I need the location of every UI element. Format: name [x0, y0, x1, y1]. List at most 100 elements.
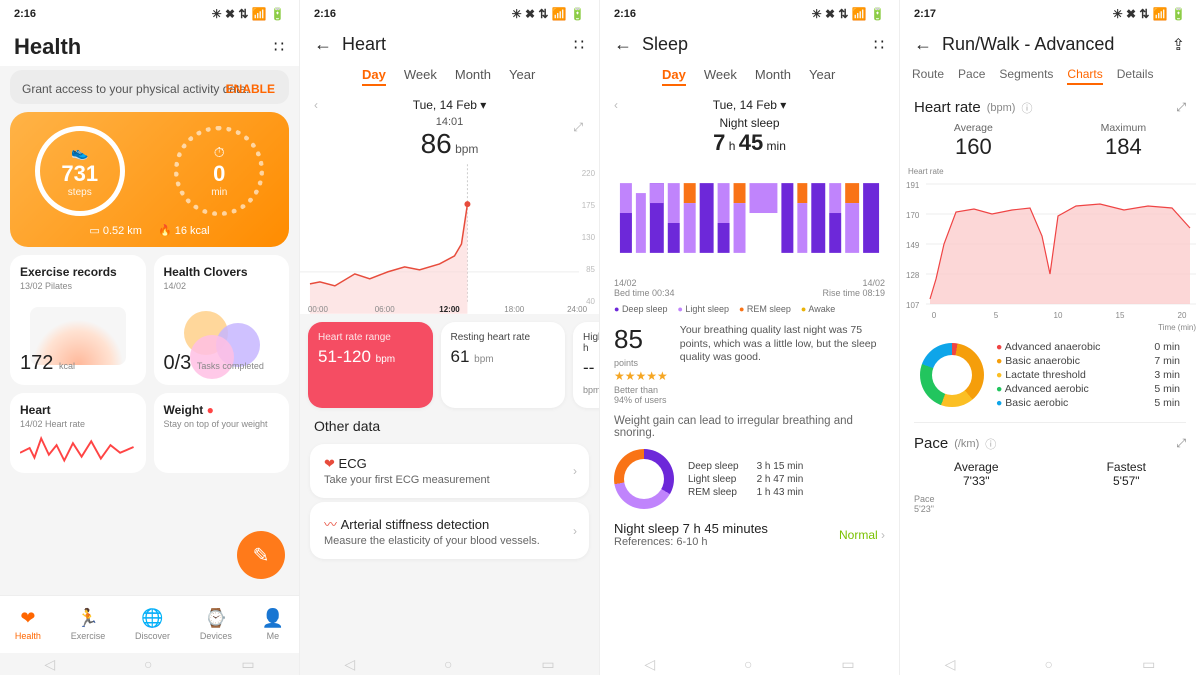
chevron-right-icon: ›: [881, 528, 885, 542]
svg-text:24:00: 24:00: [567, 305, 588, 314]
run-icon: 🏃: [77, 608, 99, 629]
activity-card[interactable]: 👟 731steps ⏱ 0min ▭ 0.52 km 🔥 16 kcal: [10, 112, 289, 247]
other-data-header: Other data: [300, 408, 599, 440]
sleep-score: 85: [614, 324, 643, 354]
hr-zone-legend: Advanced anaerobic0 min Basic anaerobic7…: [996, 340, 1180, 410]
tab-discover[interactable]: 🌐Discover: [135, 608, 170, 641]
run-hr-chart[interactable]: Heart rate 191170 149128 107 05 1015 20 …: [900, 164, 1200, 334]
expand-icon[interactable]: ⤢: [573, 120, 583, 135]
back-icon[interactable]: ←: [914, 34, 932, 55]
back-icon[interactable]: ←: [614, 34, 632, 55]
more-icon[interactable]: ∷: [874, 35, 885, 55]
high-hr-card[interactable]: High h -- bpm: [573, 322, 600, 408]
expand-icon[interactable]: ⤢: [1176, 436, 1186, 451]
info-icon[interactable]: ⓘ: [985, 436, 996, 452]
back-icon[interactable]: ←: [314, 34, 332, 55]
svg-text:220: 220: [582, 169, 596, 178]
svg-text:00:00: 00:00: [308, 305, 329, 314]
watch-icon: ⌚: [205, 608, 227, 629]
date-selector[interactable]: ‹ Tue, 14 Feb ▾: [600, 98, 899, 112]
more-icon[interactable]: ∷: [574, 35, 585, 55]
svg-text:85: 85: [586, 265, 595, 274]
sleep-note: Weight gain can lead to irregular breath…: [614, 415, 885, 439]
tab-pace[interactable]: Pace: [958, 67, 985, 85]
page-title: Heart: [342, 34, 386, 55]
heart-rate-chart[interactable]: 220175 13085 40 00:0006:00 12:00 18:0024…: [300, 164, 599, 314]
workout-tabs: Route Pace Segments Charts Details: [900, 61, 1200, 91]
range-tabs: Day Week Month Year: [600, 61, 899, 92]
svg-text:0: 0: [932, 311, 937, 320]
permission-banner[interactable]: Grant access to your physical activity d…: [10, 70, 289, 104]
chevron-left-icon: ‹: [314, 98, 318, 112]
sleep-message: Your breathing quality last night was 75…: [680, 324, 885, 405]
tab-year[interactable]: Year: [809, 67, 835, 86]
tab-day[interactable]: Day: [662, 67, 686, 86]
tab-me[interactable]: 👤Me: [262, 608, 284, 641]
fastest-pace: 5'57": [1107, 474, 1146, 488]
chevron-right-icon: ›: [573, 524, 577, 538]
tab-week[interactable]: Week: [404, 67, 437, 86]
health-clovers-tile[interactable]: Health Clovers14/02 0/3 Tasks completed: [154, 255, 290, 385]
arterial-item[interactable]: 〰 Arterial stiffness detection Measure t…: [310, 502, 589, 559]
svg-text:Heart rate: Heart rate: [908, 167, 944, 176]
exercise-records-tile[interactable]: Exercise records13/02 Pilates 172 kcal: [10, 255, 146, 385]
add-fab[interactable]: ✎: [237, 531, 285, 579]
minutes-ring: ⏱ 0min: [174, 126, 264, 216]
tab-details[interactable]: Details: [1117, 67, 1154, 85]
tab-segments[interactable]: Segments: [999, 67, 1053, 85]
share-icon[interactable]: ⇪: [1172, 35, 1186, 55]
tab-health[interactable]: ❤Health: [15, 608, 41, 641]
tab-year[interactable]: Year: [509, 67, 535, 86]
pulse-icon: 〰: [324, 517, 337, 532]
tab-devices[interactable]: ⌚Devices: [200, 608, 232, 641]
weight-tile[interactable]: Weight ●Stay on top of your weight: [154, 393, 290, 473]
tab-charts[interactable]: Charts: [1067, 67, 1102, 85]
svg-text:5: 5: [994, 311, 999, 320]
svg-text:130: 130: [582, 233, 596, 242]
svg-text:191: 191: [906, 181, 920, 190]
status-bar: 2:16✳ ✖ ⇅ 📶 🔋: [0, 0, 299, 28]
svg-text:175: 175: [582, 201, 596, 210]
tab-route[interactable]: Route: [912, 67, 944, 85]
heart-tile[interactable]: Heart14/02 Heart rate: [10, 393, 146, 473]
distance-stat: ▭ 0.52 km: [89, 224, 142, 237]
android-nav: ◁○▭: [0, 653, 299, 675]
enable-button[interactable]: ENABLE: [226, 82, 275, 96]
hr-range-card[interactable]: Heart rate range 51-120 bpm: [308, 322, 433, 408]
hr-zone-donut: [920, 343, 984, 407]
resting-hr-card[interactable]: Resting heart rate 61 bpm: [441, 322, 566, 408]
tab-exercise[interactable]: 🏃Exercise: [71, 608, 106, 641]
steps-ring: 👟 731steps: [35, 126, 125, 216]
page-title: Run/Walk - Advanced: [942, 34, 1114, 55]
heart-icon: ❤: [20, 608, 35, 629]
person-icon: 👤: [262, 608, 284, 629]
tab-month[interactable]: Month: [755, 67, 791, 86]
date-selector[interactable]: ‹ Tue, 14 Feb ▾: [300, 98, 599, 112]
sleep-duration: 7 h 45 min: [600, 130, 899, 156]
expand-icon[interactable]: ⤢: [1176, 100, 1186, 115]
sleep-legend: Deep sleep Light sleep REM sleep Awake: [600, 298, 899, 320]
svg-text:Time (min): Time (min): [1158, 323, 1196, 332]
svg-text:40: 40: [586, 297, 595, 306]
avg-hr: 160: [954, 134, 993, 160]
svg-text:10: 10: [1054, 311, 1063, 320]
status-icons: ✳ ✖ ⇅ 📶 🔋: [212, 7, 285, 21]
kcal-stat: 🔥 16 kcal: [158, 224, 210, 237]
tab-day[interactable]: Day: [362, 67, 386, 86]
tab-week[interactable]: Week: [704, 67, 737, 86]
max-hr: 184: [1101, 134, 1147, 160]
more-icon[interactable]: ∷: [274, 37, 285, 57]
chevron-left-icon: ‹: [614, 98, 618, 112]
ecg-item[interactable]: ❤ ECG Take your first ECG measurement ›: [310, 444, 589, 498]
night-sleep-row[interactable]: Night sleep 7 h 45 minutes References: 6…: [600, 509, 899, 548]
info-icon[interactable]: ⓘ: [1021, 100, 1032, 116]
chevron-right-icon: ›: [573, 464, 577, 478]
android-nav: ◁○▭: [600, 653, 899, 675]
sleep-donut: [614, 449, 674, 509]
sleep-chart[interactable]: [600, 158, 899, 278]
tab-month[interactable]: Month: [455, 67, 491, 86]
svg-text:12:00: 12:00: [439, 305, 460, 314]
svg-text:15: 15: [1116, 311, 1125, 320]
svg-text:149: 149: [906, 241, 920, 250]
ecg-icon: ❤: [324, 456, 335, 471]
